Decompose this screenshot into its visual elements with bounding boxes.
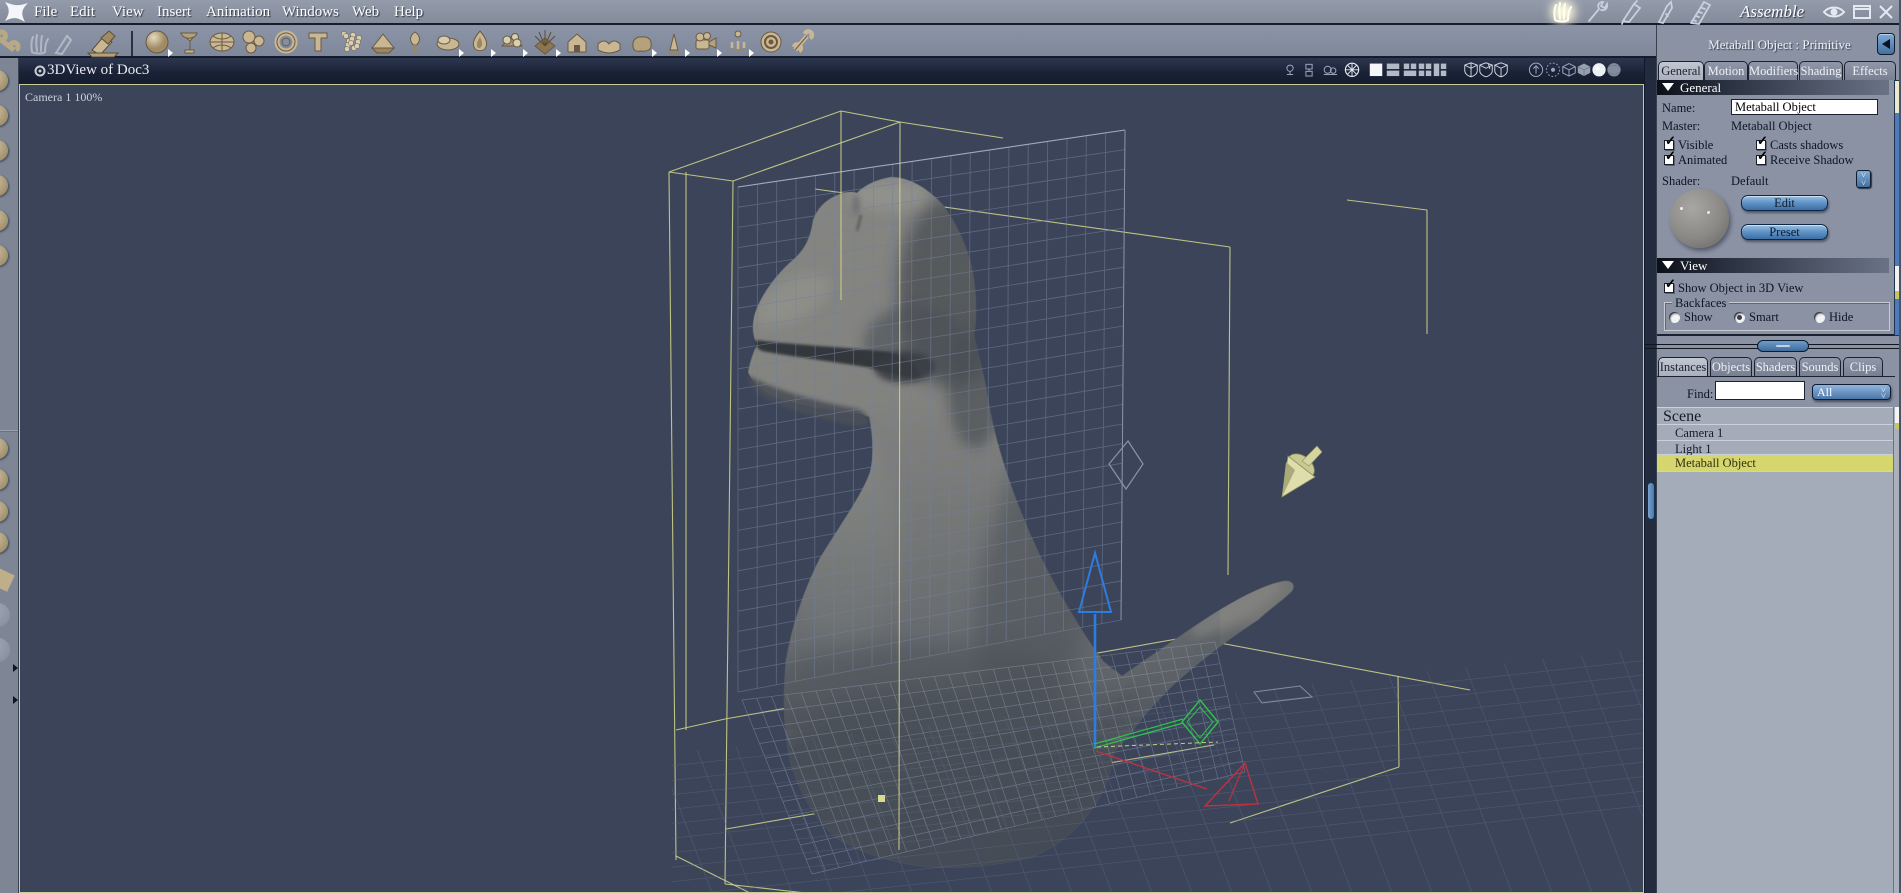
svg-text:Camera 1 100%: Camera 1 100% [25, 90, 102, 104]
